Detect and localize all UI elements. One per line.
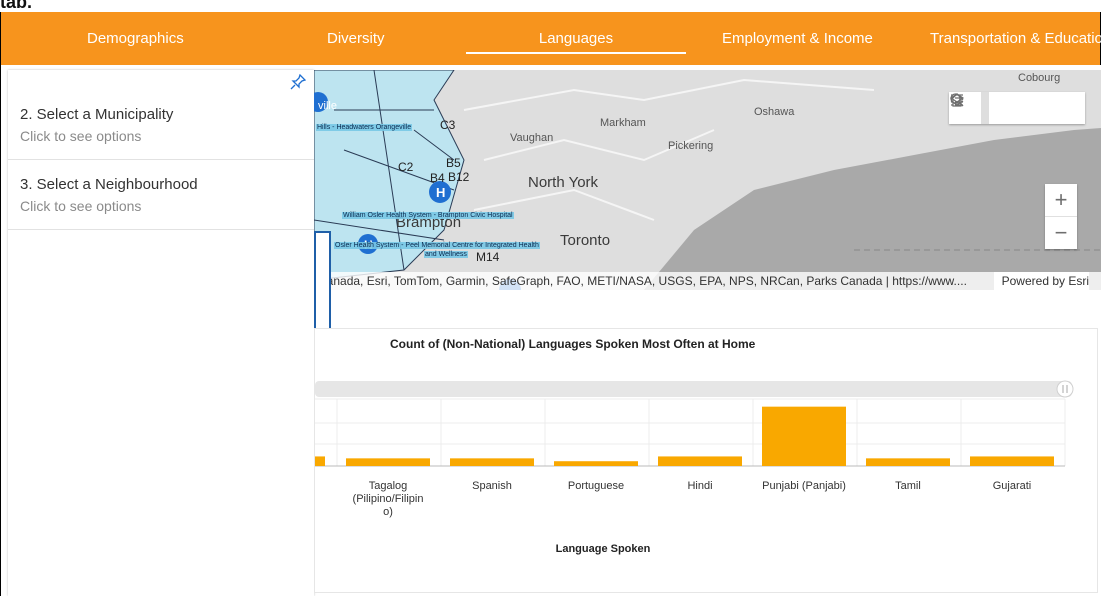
map-label-cobourg: Cobourg [1018, 72, 1061, 84]
map-label-vaughan: Vaughan [510, 132, 554, 144]
map-label-m14: M14 [476, 250, 500, 264]
chart-bar[interactable] [658, 456, 742, 466]
map-view[interactable]: H H Cobourg Oshawa Markham Vaughan Picke… [314, 70, 1101, 290]
language-chart-panel: Count of (Non-National) Languages Spoken… [314, 328, 1098, 593]
map-label-toronto: Toronto [560, 232, 611, 249]
chart-scrollbar-thumb[interactable] [1056, 380, 1074, 398]
chart-bar[interactable] [970, 456, 1054, 466]
frame-border [0, 65, 1, 596]
map-poi-brampton-civic: William Osler Health System - Brampton C… [342, 212, 514, 219]
x-tick-label: Hindi [687, 480, 712, 492]
layers-icon[interactable] [949, 92, 1085, 124]
x-tick-label: Punjabi (Panjabi) [762, 480, 846, 492]
home-icon[interactable] [950, 92, 1021, 124]
legend-list-icon[interactable] [951, 92, 1053, 124]
chart-bars [315, 406, 1054, 466]
select-neighbourhood-title: 3. Select a Neighbourhood [20, 176, 198, 193]
filter-sidebar: 2. Select a Municipality Click to see op… [8, 70, 314, 596]
x-tick-label: Tagalog (Pilipino/Filipin o) [353, 480, 424, 518]
toolbar-gap [981, 92, 989, 124]
map-label-c3: C3 [440, 118, 456, 132]
x-tick-label: Gujarati [993, 480, 1032, 492]
chart-bar-partial[interactable] [315, 456, 325, 466]
tab-transportation-education[interactable]: Transportation & Education [930, 12, 1101, 65]
chart-bar[interactable] [554, 461, 638, 466]
chart-bar[interactable] [450, 458, 534, 466]
x-tick-label: Spanish [472, 480, 512, 492]
chart-bar[interactable] [346, 458, 430, 466]
chart-grid [315, 398, 1066, 467]
zoom-in-button[interactable]: + [1045, 184, 1077, 216]
chart-scrollbar-track[interactable] [315, 381, 1072, 397]
select-municipality[interactable]: 2. Select a Municipality Click to see op… [8, 90, 314, 160]
powered-by-esri-link[interactable]: Powered by Esri [993, 272, 1089, 290]
map-attribution: Canada, Esri, TomTom, Garmin, SafeGraph,… [314, 272, 1101, 290]
attribution-credits[interactable]: Canada, Esri, TomTom, Garmin, SafeGraph,… [318, 272, 967, 290]
language-bar-chart[interactable]: Count of (Non-National) Languages Spoken… [315, 329, 1099, 594]
select-neighbourhood[interactable]: 3. Select a Neighbourhood Click to see o… [8, 160, 314, 230]
map-poi-peel-memorial: Osler Health System - Peel Memorial Cent… [334, 242, 540, 249]
map-label-oshawa: Oshawa [754, 106, 795, 118]
tab-bar: Demographics Diversity Languages Employm… [0, 12, 1101, 65]
map-label-c2: C2 [398, 160, 414, 174]
map-poi-orangeville: Hills - Headwaters Orangeville [316, 124, 413, 131]
zoom-control: + − [1045, 184, 1077, 249]
zoom-out-button[interactable]: − [1045, 216, 1077, 249]
select-municipality-hint: Click to see options [20, 128, 142, 144]
map-label-north-york: North York [528, 174, 599, 191]
top-strip: tab. [0, 0, 1101, 12]
map-label-ville: ville [318, 100, 337, 112]
map-label-b5: B5 [446, 156, 461, 170]
chart-title: Count of (Non-National) Languages Spoken… [390, 337, 756, 351]
tab-diversity[interactable]: Diversity [327, 12, 385, 65]
map-toolbar [949, 92, 1085, 124]
chart-bar[interactable] [762, 406, 846, 466]
x-tick-label: Tamil [895, 480, 921, 492]
map-label-pickering: Pickering [668, 140, 714, 152]
tab-languages[interactable]: Languages [466, 12, 686, 65]
map-label-b12: B12 [448, 170, 470, 184]
select-neighbourhood-hint: Click to see options [20, 198, 142, 214]
chart-x-labels: Tagalog (Pilipino/Filipin o) Spanish Portugu… [353, 480, 1032, 518]
select-municipality-title: 2. Select a Municipality [20, 106, 174, 123]
chart-bar[interactable] [866, 458, 950, 466]
map-label-b4: B4 [430, 171, 445, 185]
x-axis-title: Language Spoken [556, 543, 651, 555]
map-poi-wellness: and Wellness [424, 251, 468, 258]
tab-demographics[interactable]: Demographics [87, 12, 184, 65]
svg-text:H: H [436, 185, 445, 200]
x-tick-label: Portuguese [568, 480, 624, 492]
map-label-markham: Markham [600, 117, 646, 129]
tab-employment-income[interactable]: Employment & Income [722, 12, 873, 65]
